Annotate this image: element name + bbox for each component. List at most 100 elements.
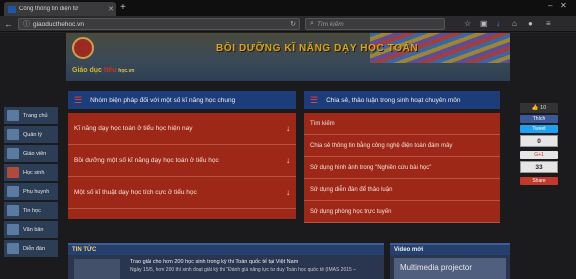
sidebar-item-home[interactable]: Trang chủ [4,107,58,124]
sidebar-item-label: Văn bản [23,226,44,233]
right-column-heading-text: Chia sẻ, thảo luận trong sinh hoạt chuyê… [326,96,461,104]
like-count: 10 [540,105,547,111]
new-tab-icon[interactable]: + [120,2,126,14]
list-item-label: Sử dụng diễn đàn để thảo luận [310,186,393,193]
download-icon[interactable]: ↓ [496,19,500,29]
thumbs-up-icon: 👍 [531,105,539,111]
left-column-list: Kĩ năng dạy học toán ở tiểu học hiện nay… [68,113,296,219]
manager-icon [7,129,19,140]
google-plus-count: 33 [520,161,558,173]
google-plus-button[interactable]: G+1 [520,151,558,159]
sidebar-item-label: Trang chủ [23,112,48,119]
list-item[interactable]: Tìm kiếm [304,113,500,135]
video-title: Multimedia projector [400,263,473,272]
home-icon [7,110,19,121]
close-tab-icon[interactable]: ✕ [106,5,116,13]
site-name-part-3: học.vn [118,68,135,74]
sidebar-item-it[interactable]: Tin học [4,202,58,219]
reading-list-icon[interactable]: ▣ [480,19,488,29]
tab-strip: Cổng thông tin điện tử ✕ + – ✕ [0,0,576,16]
sidebar-item-documents[interactable]: Văn bản [4,221,58,238]
panel-padding [68,209,296,219]
browser-tab[interactable]: Cổng thông tin điện tử ✕ [4,2,116,16]
bookmark-star-icon[interactable]: ☆ [464,19,471,29]
school-logo-icon[interactable] [72,37,94,59]
site-name-part-1: Giáo dục [72,67,102,74]
list-icon: ☰ [74,94,83,105]
browser-window: Cổng thông tin điện tử ✕ + – ✕ ← ⓘ giaod… [0,0,576,279]
list-item-label: Sử dụng hình ảnh trong "Nghiên cứu bài h… [310,164,432,171]
close-window-icon[interactable]: ✕ [560,1,567,10]
web-page: BỒI DƯỠNG KĨ NĂNG DẠY HỌC TOÁN Giáo dục … [0,33,576,279]
site-banner: BỒI DƯỠNG KĨ NĂNG DẠY HỌC TOÁN Giáo dục … [66,33,510,81]
search-placeholder[interactable]: Tìm kiếm [317,21,344,28]
left-column-heading-text: Nhóm biện pháp đối với một số kĩ năng họ… [90,96,236,104]
right-column-list: Tìm kiếm Chia sẻ thông tin bằng công ngh… [304,113,500,223]
list-item[interactable]: Một số kĩ thuật dạy học tích cực ở tiểu … [68,177,296,209]
list-item-label: Kĩ năng dạy học toán ở tiểu học hiện nay [74,125,193,132]
favicon-icon [8,5,16,13]
sidebar-item-students[interactable]: Học sinh [4,164,58,181]
share-button[interactable]: Share [520,177,558,185]
arrow-down-icon[interactable]: ↓ [286,124,290,133]
sidebar-item-teachers[interactable]: Giáo viên [4,145,58,162]
social-share-panel: 👍 10 Thích Tweet 0 G+1 33 Share [520,103,558,187]
video-section: Video mới Multimedia projector [390,243,510,279]
list-item-label: Sử dụng phòng học trực tuyến [310,208,392,215]
url-text[interactable]: giaoducthehoc.vn [33,21,290,28]
home-icon[interactable]: ⌂ [512,19,517,29]
news-section: TIN TỨC Trao giải cho hơn 200 học sinh t… [68,243,384,279]
list-icon: ☰ [310,94,319,105]
list-item[interactable]: Kĩ năng dạy học toán ở tiểu học hiện nay… [68,113,296,145]
share-label: Share [532,178,546,184]
list-item-label: Tìm kiếm [310,120,335,127]
site-name-part-2: tiểu [101,67,119,74]
back-icon[interactable]: ← [4,18,13,30]
like-count-bubble: 👍 10 [520,103,558,113]
list-item-label: Bồi dưỡng một số kĩ năng dạy học toán ở … [74,157,219,164]
video-heading: Video mới [390,245,510,255]
list-item[interactable]: Sử dụng hình ảnh trong "Nghiên cứu bài h… [304,157,500,179]
facebook-like-button[interactable]: Thích [520,115,558,123]
sidebar-item-label: Tin học [23,207,41,214]
reload-icon[interactable]: ↻ [290,20,296,28]
sidebar-item-label: Quản lý [23,131,42,138]
menu-icon[interactable]: ≡ [546,19,551,29]
navigation-bar: ← ⓘ giaoducthehoc.vn ↻ ⌕ Tìm kiếm ☆ ▣ ↓ … [0,16,576,32]
tab-title: Cổng thông tin điện tử [19,6,79,12]
list-item[interactable]: Bồi dưỡng một số kĩ năng dạy học toán ở … [68,145,296,177]
sidebar-item-forum[interactable]: Diễn đàn [4,240,58,257]
list-item[interactable]: Sử dụng diễn đàn để thảo luận [304,179,500,201]
tweet-label: Tweet [532,126,546,132]
arrow-down-icon[interactable]: ↓ [286,188,290,197]
news-item-title[interactable]: Trao giải cho hơn 200 học sinh trong kỳ … [130,259,298,265]
tweet-button[interactable]: Tweet [520,125,558,133]
banner-title: BỒI DƯỠNG KĨ NĂNG DẠY HỌC TOÁN [216,43,419,54]
search-icon: ⌕ [310,20,314,27]
computer-icon [7,205,19,216]
minimize-icon[interactable]: – [548,1,552,10]
news-thumbnail[interactable] [74,259,120,279]
sidebar-item-management[interactable]: Quản lý [4,126,58,143]
google-plus-label: G+1 [534,152,544,158]
sidebar-item-label: Học sinh [23,169,45,176]
list-item[interactable]: Sử dụng phòng học trực tuyến [304,201,500,223]
news-item-description: Ngày 15/5, hơn 200 thí sinh đoạt giải kỳ… [130,267,356,273]
site-name[interactable]: Giáo dục tiểu học.vn [72,67,134,74]
sidebar-item-parents[interactable]: Phụ huynh [4,183,58,200]
tweet-count: 0 [520,135,558,147]
sidebar-item-label: Phụ huynh [23,188,50,195]
info-icon: ⓘ [23,21,30,28]
arrow-down-icon[interactable]: ↓ [286,156,290,165]
list-item-label: Chia sẻ thông tin bằng công nghệ điện to… [310,142,453,149]
sidebar-item-label: Diễn đàn [23,245,46,252]
facebook-like-label: Thích [532,116,546,122]
right-column-heading: ☰ Chia sẻ, thảo luận trong sinh hoạt chu… [304,91,500,109]
sidebar: Trang chủ Quản lý Giáo viên Học sinh Phụ… [4,107,58,259]
account-icon[interactable]: ● [528,19,533,29]
forum-icon [7,243,19,254]
search-box[interactable]: ⌕ Tìm kiếm [305,18,445,30]
list-item[interactable]: Chia sẻ thông tin bằng công nghệ điện to… [304,135,500,157]
news-heading: TIN TỨC [68,245,384,255]
address-bar[interactable]: ⓘ giaoducthehoc.vn ↻ [18,18,300,30]
